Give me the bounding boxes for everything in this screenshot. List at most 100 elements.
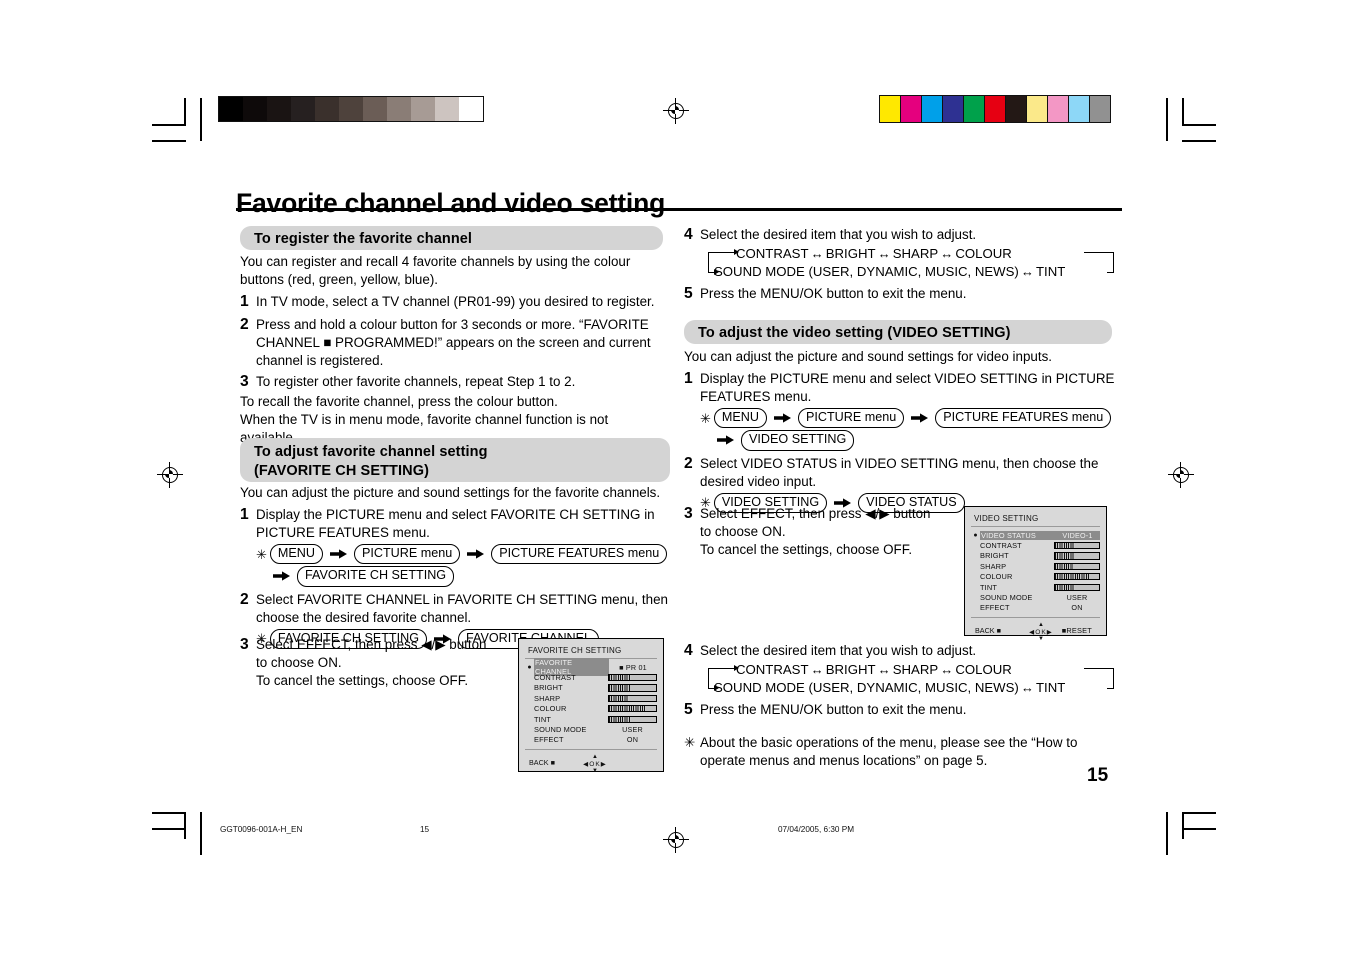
loop-item: SHARP <box>892 245 939 261</box>
colour-patch-8 <box>1048 96 1068 122</box>
loop-line-left-vertical <box>708 251 710 273</box>
menu-path-chain-1: ✳ MENU PICTURE menu PICTURE FEATURES menu FA… <box>256 543 670 587</box>
osd-row[interactable]: CONTRAST <box>525 672 657 682</box>
osd-level-bar[interactable] <box>608 705 657 713</box>
selection-bullet-icon: ● <box>973 531 978 539</box>
heading-line-1: To adjust favorite channel setting <box>254 444 488 460</box>
loop-item: SOUND MODE (USER, DYNAMIC, MUSIC, NEWS) <box>714 679 1019 695</box>
double-arrow-icon: ↔ <box>940 245 954 261</box>
osd-level-bar[interactable] <box>1054 573 1100 581</box>
osd-level-bar[interactable] <box>608 684 657 692</box>
loop-line-top-left <box>708 251 736 254</box>
step-video-3: 3 Select EFFECT, then press ◀/▶ button t… <box>684 505 964 559</box>
grey-patch-10 <box>459 97 483 121</box>
osd-row[interactable]: SOUND MODE USER <box>971 592 1100 602</box>
osd-level-bar[interactable] <box>1054 562 1100 570</box>
osd-level-bar[interactable] <box>1054 541 1100 550</box>
osd-row[interactable]: BRIGHT <box>525 683 657 693</box>
osd-row[interactable]: BRIGHT <box>971 551 1100 561</box>
step-video-3-block: 3 Select EFFECT, then press ◀/▶ button t… <box>684 505 964 559</box>
loop-row-top: CONTRAST ↔ BRIGHT ↔ SHARP ↔ COLOUR <box>700 245 1116 263</box>
menu-path-chain-3: ✳ MENU PICTURE menu PICTURE FEATURES menu VI… <box>700 407 1116 451</box>
osd-back-label[interactable]: BACK ■ <box>529 758 555 767</box>
osd-dpad-cluster[interactable]: ▲ ◀OK▶ ▼ <box>1023 622 1059 643</box>
footer-page: 15 <box>420 825 430 834</box>
osd-level-bar[interactable] <box>608 715 657 723</box>
step-text: Press the MENU/OK button to exit the men… <box>700 702 967 718</box>
loop-arrowhead-bottom <box>714 269 719 276</box>
colour-patch-5 <box>985 96 1005 122</box>
colour-patch-4 <box>964 96 984 122</box>
registration-target-right <box>1168 462 1194 488</box>
arrow-right-icon <box>467 549 485 559</box>
grey-patch-5 <box>339 97 363 121</box>
menu-path-pill: VIDEO SETTING <box>741 430 855 451</box>
osd-row[interactable]: SHARP <box>971 561 1100 571</box>
loop-row-bottom: SOUND MODE (USER, DYNAMIC, MUSIC, NEWS) ↔… <box>700 679 1116 697</box>
osd-row[interactable]: EFFECT ON <box>971 603 1100 613</box>
loop-line-bottom-right <box>1107 687 1114 690</box>
osd-row[interactable]: ● VIDEO STATUS VIDEO-1 <box>971 530 1100 540</box>
osd-row-value: ■ PR 01 <box>619 662 647 672</box>
step-number: 3 <box>684 505 693 522</box>
menu-path-pill: PICTURE FEATURES menu <box>491 543 668 565</box>
osd-row[interactable]: TINT <box>525 714 657 724</box>
fav-setting-intro: You can adjust the picture and sound set… <box>240 485 661 500</box>
step-text-line1: Select EFFECT, then press ◀/▶ button <box>256 637 487 652</box>
osd-row-label: COLOUR <box>534 704 567 714</box>
loop-item: COLOUR <box>955 245 1012 261</box>
grey-patch-1 <box>243 97 267 121</box>
asterisk-icon: ✳ <box>700 410 711 426</box>
osd-dpad-cluster[interactable]: ▲ ◀OK▶ ▼ <box>577 754 613 775</box>
menu-path-pill: PICTURE menu <box>798 407 905 429</box>
osd-row[interactable]: ● FAVORITE CHANNEL ■ PR 01 <box>525 658 657 677</box>
osd-level-bar[interactable] <box>608 694 657 702</box>
osd-back-label[interactable]: BACK ■ <box>975 626 1001 635</box>
page-title: Favorite channel and video setting <box>236 187 666 218</box>
step-text: To register other favorite channels, rep… <box>256 374 576 390</box>
osd-row-list: ● FAVORITE CHANNEL ■ PR 01 CONTRAST BRIGHT SH… <box>525 658 657 745</box>
adjust-item-loop-diagram-b: CONTRAST ↔ BRIGHT ↔ SHARP ↔ COLOUR SOUND MODE (… <box>700 661 1116 696</box>
osd-level-bar[interactable] <box>1054 583 1100 591</box>
loop-item: TINT <box>1035 679 1066 695</box>
loop-line-left-vertical <box>708 667 710 689</box>
osd-row[interactable]: COLOUR <box>525 704 657 714</box>
osd-level-bar[interactable] <box>608 673 657 682</box>
step-number: 2 <box>240 315 249 333</box>
osd-row[interactable]: TINT <box>971 582 1100 592</box>
colour-patch-6 <box>1006 96 1026 122</box>
grey-patch-8 <box>411 97 435 121</box>
arrow-up-icon[interactable]: ▲ <box>577 754 613 761</box>
osd-row-label: COLOUR <box>980 572 1013 582</box>
osd-level-bar[interactable] <box>1054 552 1100 560</box>
loop-arrowhead-bottom <box>714 685 719 692</box>
menu-path-pill: MENU <box>269 543 323 565</box>
double-arrow-icon: ↔ <box>810 245 824 261</box>
osd-row[interactable]: SHARP <box>525 693 657 703</box>
loop-item: BRIGHT <box>825 245 876 261</box>
dpad-ok-row[interactable]: ◀OK▶ <box>577 761 613 768</box>
step-register-2: 2 Press and hold a colour button for 3 s… <box>240 316 664 370</box>
osd-reset-label[interactable]: ■RESET <box>1062 626 1092 635</box>
osd-row[interactable]: CONTRAST <box>971 540 1100 550</box>
step-text: Select the desired item that you wish to… <box>700 643 977 658</box>
double-arrow-icon: ↔ <box>877 661 891 677</box>
arrow-right-icon <box>717 435 734 446</box>
osd-row[interactable]: SOUND MODE USER <box>525 724 657 734</box>
step-text: In TV mode, select a TV channel (PR01-99… <box>256 293 655 309</box>
loop-item: SOUND MODE (USER, DYNAMIC, MUSIC, NEWS) <box>714 263 1019 279</box>
dpad-ok-row[interactable]: ◀OK▶ <box>1023 629 1059 636</box>
step-number: 1 <box>240 292 249 310</box>
title-underline <box>236 208 1122 212</box>
osd-row[interactable]: COLOUR <box>971 572 1100 582</box>
loop-arrowhead-top <box>734 665 739 672</box>
step-text-line3: To cancel the settings, choose OFF. <box>256 672 469 688</box>
osd-row[interactable]: EFFECT ON <box>525 735 657 745</box>
arrow-down-icon[interactable]: ▼ <box>577 768 613 775</box>
right-column-step4b: 4 Select the desired item that you wish … <box>684 642 1116 770</box>
arrow-up-icon[interactable]: ▲ <box>1023 622 1059 629</box>
step-text: Press and hold a colour button for 3 sec… <box>256 316 651 368</box>
double-arrow-icon: ↔ <box>940 661 954 677</box>
footnote-basic-operations: ✳ About the basic operations of the menu… <box>684 734 1116 770</box>
menu-path-pill: MENU <box>713 407 767 429</box>
